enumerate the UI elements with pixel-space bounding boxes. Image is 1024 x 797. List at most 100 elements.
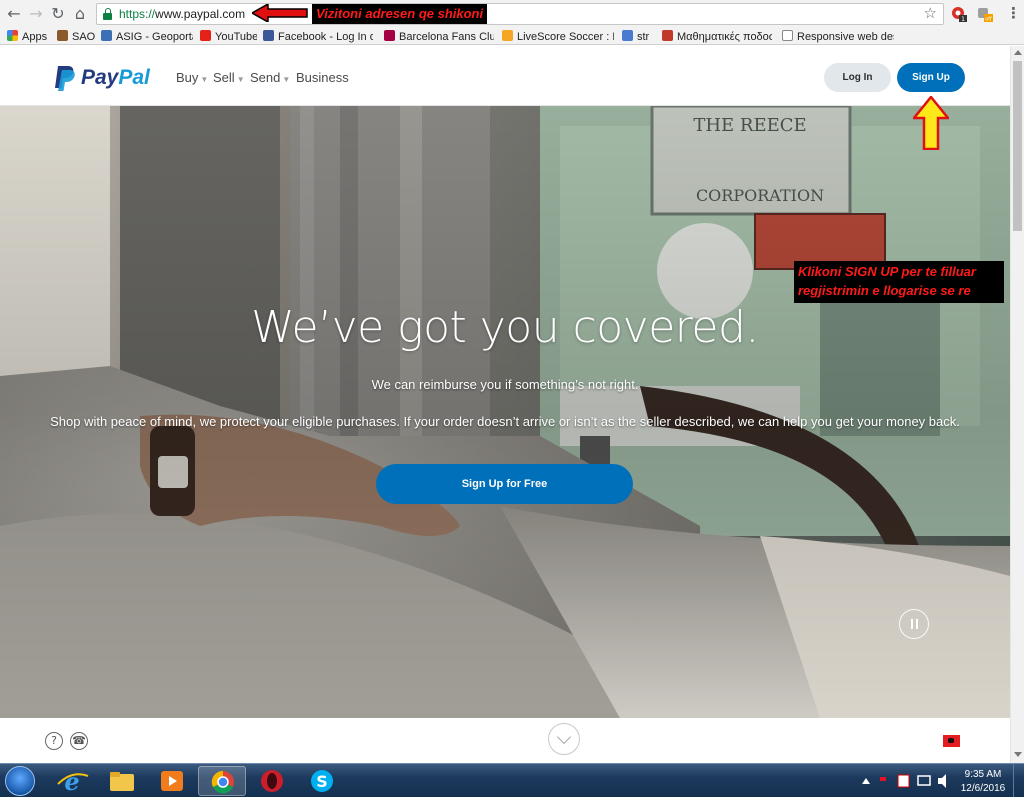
nav-label: Buy bbox=[176, 70, 199, 85]
bookmark-label: ASIG - Geoportal bbox=[116, 31, 193, 43]
chevron-down-icon: ▼ bbox=[200, 75, 209, 84]
livescore-icon bbox=[502, 30, 513, 41]
bookmark-label: Facebook - Log In or S bbox=[278, 31, 373, 43]
bookmark-favicon bbox=[57, 30, 68, 41]
bookmark-item[interactable]: LiveScore Soccer : Live bbox=[502, 30, 614, 43]
bookmark-item[interactable]: Μαθηματικές ποδοσφ bbox=[662, 30, 772, 43]
hero-body-text: Shop with peace of mind, we protect your… bbox=[50, 414, 960, 429]
annotation-signup-note: Klikoni SIGN UP per te filluar regjistri… bbox=[794, 261, 1004, 303]
phone-icon[interactable]: ☎ bbox=[70, 732, 88, 750]
bookmark-label: SAO bbox=[72, 31, 95, 43]
bookmark-item[interactable]: YouTube bbox=[200, 30, 257, 43]
url-host: www.paypal.com bbox=[155, 7, 246, 21]
address-bar[interactable]: https://www.paypal.com ☆ bbox=[96, 3, 944, 25]
back-icon[interactable]: ← bbox=[4, 4, 24, 24]
nav-buy[interactable]: Buy ▼ bbox=[176, 70, 208, 85]
nav-label: Sell bbox=[213, 70, 235, 85]
logo-pay: Pay bbox=[81, 66, 119, 89]
bookmark-item[interactable]: Facebook - Log In or S bbox=[263, 30, 373, 43]
action-center-icon bbox=[897, 774, 910, 788]
bookmark-item[interactable]: Barcelona Fans Club - bbox=[384, 30, 494, 43]
signup-button[interactable]: Sign Up bbox=[897, 63, 965, 92]
bookmarks-bar: Apps SAO ASIG - Geoportal YouTube Facebo… bbox=[0, 28, 1024, 45]
facebook-icon bbox=[263, 30, 274, 41]
bookmark-favicon bbox=[622, 30, 633, 41]
clock-time[interactable]: 9:35 AM bbox=[960, 769, 1006, 780]
bookmark-item[interactable]: SAO bbox=[57, 30, 95, 43]
bookmark-item[interactable]: ASIG - Geoportal bbox=[101, 30, 193, 43]
annotation-address-note: Vizitoni adresen qe shikoni bbox=[312, 4, 488, 24]
bookmark-item[interactable]: Responsive web desig bbox=[782, 30, 894, 43]
scroll-down-arrow-icon[interactable] bbox=[1014, 752, 1022, 757]
scroll-down-icon[interactable] bbox=[548, 723, 580, 755]
question-icon[interactable]: ? bbox=[45, 732, 63, 750]
browser-menu-icon[interactable]: ⋮ bbox=[1006, 4, 1021, 22]
logo-pal: Pal bbox=[118, 66, 150, 89]
paypal-header: PayPal Buy ▼ Sell ▼ Send ▼ Business Log In … bbox=[0, 46, 1010, 106]
scroll-up-arrow-icon[interactable] bbox=[1014, 50, 1022, 55]
start-button[interactable] bbox=[5, 766, 35, 796]
albania-flag-icon[interactable] bbox=[943, 735, 960, 747]
bookmark-label: Μαθηματικές ποδοσφ bbox=[677, 31, 772, 43]
windows-taskbar: e S 9:35 AM 12/6/2016 bbox=[0, 763, 1024, 797]
hero-section: THE REECE CORPORATION We’ve got you cove… bbox=[0, 106, 1010, 718]
bookmark-item[interactable]: str bbox=[622, 30, 656, 43]
youtube-icon bbox=[200, 30, 211, 41]
bookmark-label: Responsive web desig bbox=[797, 31, 894, 43]
svg-text:1: 1 bbox=[961, 16, 965, 23]
volume-icon bbox=[938, 774, 946, 788]
page-footer: ? ☎ bbox=[0, 718, 1010, 763]
tray-expand-icon bbox=[862, 778, 870, 784]
bookmark-label: YouTube bbox=[215, 31, 257, 43]
bookmark-label: LiveScore Soccer : Live bbox=[517, 31, 614, 43]
network-icon bbox=[917, 775, 931, 786]
url-text[interactable]: https://www.paypal.com bbox=[119, 7, 245, 21]
page-icon bbox=[782, 30, 793, 41]
bookmark-star-icon[interactable]: ☆ bbox=[924, 4, 937, 22]
scrollbar-thumb[interactable] bbox=[1013, 61, 1022, 231]
bookmark-label: Apps bbox=[22, 31, 48, 43]
paypal-wordmark: PayPal bbox=[81, 66, 150, 90]
svg-text:S: S bbox=[316, 772, 328, 791]
bookmark-label: Barcelona Fans Club - bbox=[399, 31, 494, 43]
hero-subtitle: We can reimburse you if something’s not … bbox=[371, 377, 639, 392]
nav-sell[interactable]: Sell ▼ bbox=[213, 70, 245, 85]
chevron-down-icon: ▼ bbox=[236, 75, 245, 84]
nav-business[interactable]: Business bbox=[296, 70, 349, 85]
page-scrollbar[interactable] bbox=[1010, 46, 1024, 763]
hero-title: We’ve got you covered. bbox=[251, 302, 759, 353]
paypal-p-icon bbox=[55, 66, 75, 91]
annotation-left-arrow-icon bbox=[252, 4, 308, 22]
chevron-down-icon: ▼ bbox=[282, 75, 291, 84]
opera-icon[interactable] bbox=[248, 766, 296, 796]
pause-video-icon[interactable] bbox=[899, 609, 929, 639]
nav-label: Send bbox=[250, 70, 281, 85]
file-explorer-icon[interactable] bbox=[98, 766, 146, 796]
internet-explorer-icon[interactable]: e bbox=[48, 766, 96, 796]
apps-grid-icon bbox=[7, 30, 18, 41]
bookmark-favicon bbox=[662, 30, 673, 41]
svg-text:e: e bbox=[64, 767, 79, 796]
paypal-logo[interactable]: PayPal bbox=[53, 64, 157, 92]
skype-icon[interactable]: S bbox=[298, 766, 346, 796]
extension-red-icon[interactable]: 1 bbox=[950, 5, 968, 23]
show-desktop-button[interactable] bbox=[1013, 764, 1024, 797]
signup-free-button[interactable]: Sign Up for Free bbox=[376, 464, 633, 504]
extension-badge-icon[interactable]: off bbox=[976, 5, 994, 23]
url-scheme: https:// bbox=[119, 7, 156, 21]
forward-icon[interactable]: → bbox=[26, 4, 46, 24]
bookmark-label: str bbox=[637, 31, 650, 43]
media-player-icon[interactable] bbox=[148, 766, 196, 796]
reload-icon[interactable]: ↻ bbox=[48, 4, 68, 24]
chrome-icon[interactable] bbox=[198, 766, 246, 796]
browser-toolbar: ← → ↻ ⌂ https://www.paypal.com ☆ Viziton… bbox=[0, 0, 1024, 28]
nav-send[interactable]: Send ▼ bbox=[250, 70, 290, 85]
login-button[interactable]: Log In bbox=[824, 63, 891, 92]
lock-icon bbox=[103, 8, 112, 20]
clock-date[interactable]: 12/6/2016 bbox=[960, 783, 1006, 794]
bookmark-item[interactable]: Apps bbox=[7, 30, 51, 43]
bookmark-favicon bbox=[101, 30, 112, 41]
annotation-up-arrow-icon bbox=[913, 96, 949, 150]
svg-text:off: off bbox=[985, 17, 992, 23]
home-icon[interactable]: ⌂ bbox=[70, 4, 90, 24]
